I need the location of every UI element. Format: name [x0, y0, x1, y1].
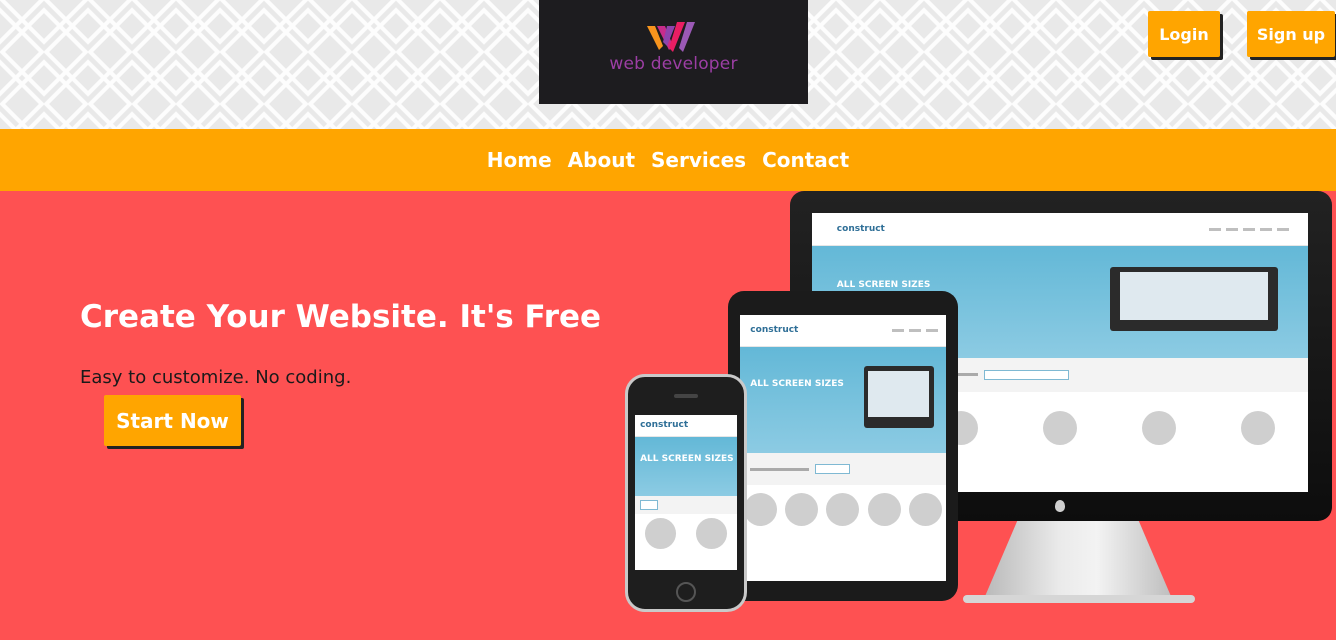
hero-section: Create Your Website. It's Free Easy to c… — [0, 191, 1336, 640]
mini-feature-icons — [740, 485, 946, 581]
tablet-device: construct ALL SCREEN SIZES — [728, 291, 958, 601]
nav-services[interactable]: Services — [651, 148, 746, 172]
main-nav: Home About Services Contact — [0, 129, 1336, 191]
mini-hero-title: ALL SCREEN SIZES — [836, 279, 931, 290]
mini-hero: ALL SCREEN SIZES — [635, 436, 737, 496]
mini-header: construct — [635, 415, 737, 437]
tablet-screen: construct ALL SCREEN SIZES — [740, 315, 946, 581]
mini-header: construct — [740, 315, 946, 347]
login-button[interactable]: Login — [1148, 11, 1220, 57]
start-now-button[interactable]: Start Now — [104, 395, 241, 446]
mini-nav — [892, 328, 939, 332]
mini-device-image — [863, 366, 934, 428]
mini-band — [635, 495, 737, 515]
phone-home-button — [676, 582, 696, 602]
nav-home[interactable]: Home — [487, 148, 552, 172]
mini-logo: construct — [640, 420, 689, 431]
top-header: web developer Login Sign up — [0, 0, 1336, 129]
logo-mark-icon — [647, 22, 695, 52]
mini-nav — [1209, 227, 1290, 231]
hero-subtitle: Easy to customize. No coding. — [80, 367, 352, 388]
mini-hero: ALL SCREEN SIZES — [740, 346, 946, 454]
mini-hero-title: ALL SCREEN SIZES — [750, 378, 844, 389]
signup-button[interactable]: Sign up — [1247, 11, 1335, 57]
monitor-stand-base — [963, 595, 1195, 603]
phone-device: construct ALL SCREEN SIZES — [625, 374, 747, 612]
mini-logo: construct — [836, 224, 885, 235]
monitor-stand — [983, 521, 1173, 601]
nav-about[interactable]: About — [568, 148, 635, 172]
logo-text: web developer — [609, 54, 738, 74]
hero-title: Create Your Website. It's Free — [80, 299, 602, 335]
nav-contact[interactable]: Contact — [762, 148, 849, 172]
site-logo[interactable]: web developer — [539, 0, 808, 104]
mini-feature-icons — [635, 514, 737, 570]
phone-speaker — [674, 394, 698, 398]
mini-logo: construct — [750, 325, 799, 336]
mini-header: construct — [812, 213, 1308, 247]
devices-illustration: construct ALL SCREEN SIZES construct ALL… — [600, 191, 1336, 640]
mini-device-image — [1109, 266, 1279, 332]
phone-screen: construct ALL SCREEN SIZES — [635, 415, 737, 570]
apple-logo-icon — [1055, 500, 1065, 512]
mini-band — [740, 453, 946, 486]
mini-hero-title: ALL SCREEN SIZES — [640, 454, 734, 465]
